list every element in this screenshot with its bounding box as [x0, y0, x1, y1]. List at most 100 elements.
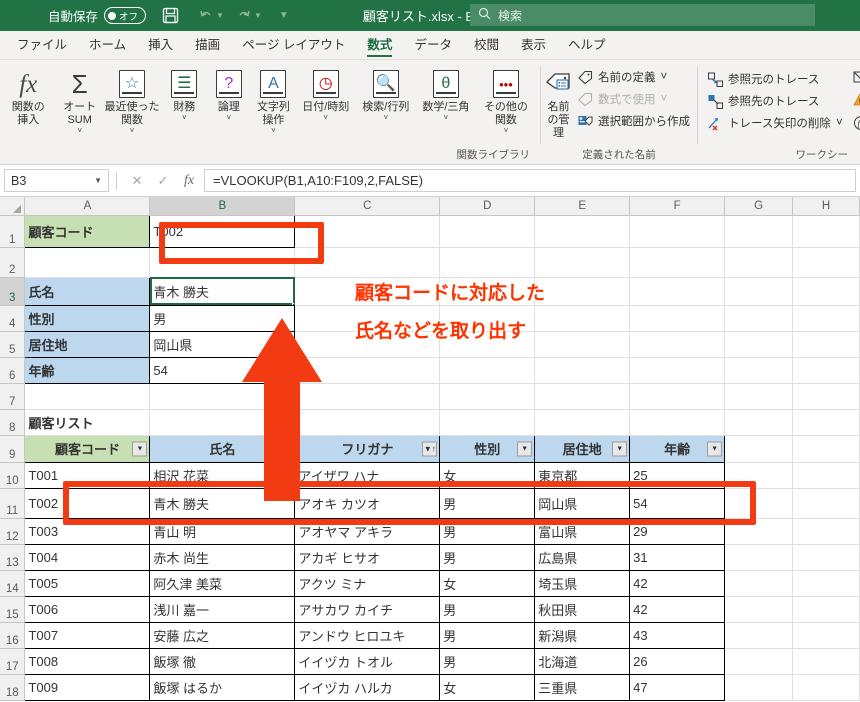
cell-gender[interactable]: 女	[439, 569, 536, 597]
cell-C1[interactable]	[294, 215, 441, 248]
cell-B6-field-value[interactable]: 54	[149, 356, 296, 384]
cell-G8[interactable]	[724, 409, 793, 436]
tab-view[interactable]: 表示	[510, 31, 557, 59]
cell-D7[interactable]	[439, 383, 536, 410]
cell-furigana[interactable]: イイヅカ トオル	[294, 647, 441, 675]
define-name-chevron-down-icon[interactable]: ˅	[661, 71, 668, 83]
date-time-chevron-down-icon[interactable]: ˅	[323, 114, 328, 122]
cell-F5[interactable]	[629, 331, 726, 358]
cell-F7[interactable]	[629, 383, 726, 410]
cell-G6[interactable]	[724, 357, 793, 384]
row-header-17[interactable]: 17	[0, 648, 26, 675]
cell-D4[interactable]	[439, 305, 536, 332]
cell-G1[interactable]	[724, 215, 793, 248]
cell-code[interactable]: T007	[24, 621, 151, 649]
cell-code[interactable]: T008	[24, 647, 151, 675]
tab-page-layout[interactable]: ページ レイアウト	[231, 31, 356, 59]
cell-name[interactable]: 浅川 嘉一	[149, 595, 296, 623]
remove-arrows-chevron-down-icon[interactable]: ˅	[836, 117, 843, 129]
cell-E6[interactable]	[534, 357, 631, 384]
insert-function-button[interactable]: fx 関数の 挿入	[4, 62, 52, 127]
cell-name[interactable]: 赤木 尚生	[149, 543, 296, 571]
cell-age[interactable]: 43	[629, 621, 726, 649]
cell-C2[interactable]	[294, 247, 441, 278]
confirm-entry-icon[interactable]: ✓	[150, 169, 176, 192]
trace-precedents-button[interactable]: 参照元のトレース	[702, 68, 848, 90]
cell-F6[interactable]	[629, 357, 726, 384]
more-functions-chevron-down-icon[interactable]: ˅	[504, 127, 509, 135]
cell-H8[interactable]	[792, 409, 860, 436]
cell-C7[interactable]	[294, 383, 441, 410]
cell-furigana[interactable]: アイザワ ハナ	[294, 461, 441, 489]
tab-file[interactable]: ファイル	[6, 31, 78, 59]
tab-help[interactable]: ヘルプ	[557, 31, 617, 59]
row-header-16[interactable]: 16	[0, 622, 26, 649]
filter-dropdown-icon[interactable]: ▼	[277, 441, 293, 456]
cell-B4-field-value[interactable]: 男	[149, 304, 296, 332]
cell-age[interactable]: 54	[629, 487, 726, 519]
cell-furigana[interactable]: アンドウ ヒロユキ	[294, 621, 441, 649]
row-header-5[interactable]: 5	[0, 331, 26, 358]
cell-G18[interactable]	[724, 674, 793, 701]
cell-H3[interactable]	[792, 277, 860, 306]
table-header-residence[interactable]: 居住地 ▼	[534, 434, 631, 463]
column-header-G[interactable]: G	[724, 197, 793, 216]
cell-A7[interactable]	[24, 383, 151, 410]
cell-residence[interactable]: 秋田県	[534, 595, 631, 623]
table-header-gender[interactable]: 性別 ▼	[439, 434, 536, 463]
customize-quick-access-chevron-down-icon[interactable]: ▼	[270, 3, 298, 29]
cell-H15[interactable]	[792, 596, 860, 623]
cell-A1-code-label[interactable]: 顧客コード	[24, 214, 151, 248]
cell-residence[interactable]: 北海道	[534, 647, 631, 675]
row-header-2[interactable]: 2	[0, 247, 26, 278]
cell-C8[interactable]	[294, 409, 441, 436]
cell-D8[interactable]	[439, 409, 536, 436]
cell-B2[interactable]	[149, 247, 296, 278]
cell-D6[interactable]	[439, 357, 536, 384]
row-header-1[interactable]: 1	[0, 215, 26, 248]
insert-function-fx-icon[interactable]: fx	[176, 169, 202, 192]
cell-E5[interactable]	[534, 331, 631, 358]
cell-name[interactable]: 阿久津 美菜	[149, 569, 296, 597]
cell-C3[interactable]	[294, 277, 441, 306]
cell-F4[interactable]	[629, 305, 726, 332]
cell-residence[interactable]: 富山県	[534, 517, 631, 545]
cell-E8[interactable]	[534, 409, 631, 436]
cell-G13[interactable]	[724, 544, 793, 571]
cell-H10[interactable]	[792, 462, 860, 489]
cell-code[interactable]: T002	[24, 487, 151, 519]
selection-fill-handle[interactable]	[292, 302, 294, 304]
cell-H4[interactable]	[792, 305, 860, 332]
cell-residence[interactable]: 三重県	[534, 673, 631, 701]
name-manager-button[interactable]: 名前 の管理	[545, 62, 572, 140]
filter-dropdown-icon[interactable]: ▼	[517, 441, 533, 456]
save-icon[interactable]	[156, 3, 184, 29]
cell-G9[interactable]	[724, 435, 793, 463]
cell-age[interactable]: 29	[629, 517, 726, 545]
cell-furigana[interactable]: アクツ ミナ	[294, 569, 441, 597]
cell-furigana[interactable]: アカギ ヒサオ	[294, 543, 441, 571]
remove-arrows-button[interactable]: トレース矢印の削除 ˅	[702, 112, 848, 134]
cell-H11[interactable]	[792, 488, 860, 519]
column-header-F[interactable]: F	[629, 197, 726, 216]
cell-H13[interactable]	[792, 544, 860, 571]
cell-H5[interactable]	[792, 331, 860, 358]
column-header-H[interactable]: H	[792, 197, 860, 216]
math-trig-button[interactable]: θ 数学/三角 ˅	[416, 62, 476, 122]
cell-D5[interactable]	[439, 331, 536, 358]
text-chevron-down-icon[interactable]: ˅	[271, 127, 276, 135]
evaluate-formula-button[interactable]: fx	[848, 112, 860, 134]
cell-E1[interactable]	[534, 215, 631, 248]
cell-furigana[interactable]: アサカワ カイチ	[294, 595, 441, 623]
column-header-A[interactable]: A	[24, 197, 151, 216]
name-box-chevron-down-icon[interactable]: ▼	[94, 176, 102, 185]
create-from-selection-button[interactable]: 選択範囲から作成	[572, 110, 695, 132]
cell-H18[interactable]	[792, 674, 860, 701]
cell-name[interactable]: 青山 明	[149, 517, 296, 545]
cell-A3-field-label[interactable]: 氏名	[24, 276, 151, 306]
cell-G10[interactable]	[724, 462, 793, 489]
math-trig-chevron-down-icon[interactable]: ˅	[444, 114, 449, 122]
cell-H7[interactable]	[792, 383, 860, 410]
table-header-customer-code[interactable]: 顧客コード ▼	[24, 434, 151, 463]
lookup-reference-chevron-down-icon[interactable]: ˅	[383, 114, 388, 122]
